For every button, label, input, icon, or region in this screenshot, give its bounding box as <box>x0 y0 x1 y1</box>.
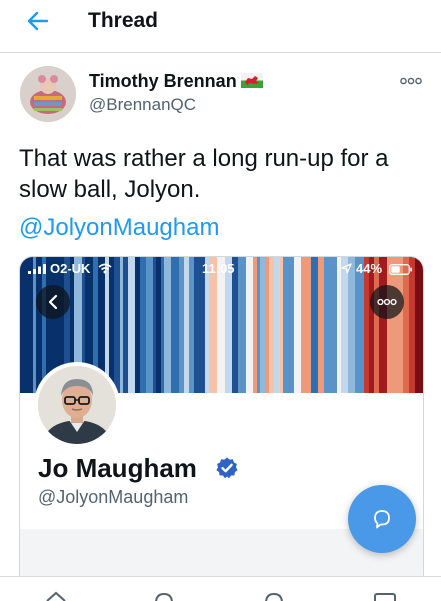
status-time: 11:05 <box>202 261 235 276</box>
reply-button[interactable] <box>348 485 416 553</box>
embedded-more-button <box>370 285 404 319</box>
profile-avatar <box>34 362 120 448</box>
back-arrow-icon <box>27 11 49 31</box>
reply-bubble-icon <box>374 510 390 529</box>
location-arrow-icon <box>341 263 352 274</box>
tweet-text: That was rather a long run-up for a slow… <box>19 145 389 203</box>
signal-icon <box>28 264 46 274</box>
tweet-more-button[interactable] <box>398 74 424 88</box>
embedded-status-bar: O2-UK 11:05 44% <box>20 259 423 279</box>
page-title: Thread <box>88 9 159 32</box>
mention-link[interactable]: @JolyonMaugham <box>19 212 219 243</box>
more-horizontal-icon <box>377 298 397 306</box>
battery-percentage: 44% <box>356 261 383 276</box>
back-button[interactable] <box>22 8 54 34</box>
chevron-left-icon <box>48 294 58 310</box>
author-name[interactable]: Timothy Brennan <box>89 70 237 92</box>
carrier-label: O2-UK <box>50 261 91 276</box>
wifi-icon <box>98 263 112 274</box>
top-bar: Thread <box>0 0 441 53</box>
verified-badge-icon <box>216 457 238 479</box>
author-avatar[interactable] <box>20 66 76 122</box>
more-horizontal-icon <box>400 77 422 85</box>
embedded-back-button <box>36 285 70 319</box>
profile-name: Jo Maugham <box>38 453 197 483</box>
battery-icon <box>389 264 412 275</box>
bottom-tab-bar <box>0 576 441 601</box>
welsh-flag-icon <box>241 73 263 88</box>
author-handle[interactable]: @BrennanQC <box>89 94 196 115</box>
profile-handle: @JolyonMaugham <box>38 487 189 507</box>
